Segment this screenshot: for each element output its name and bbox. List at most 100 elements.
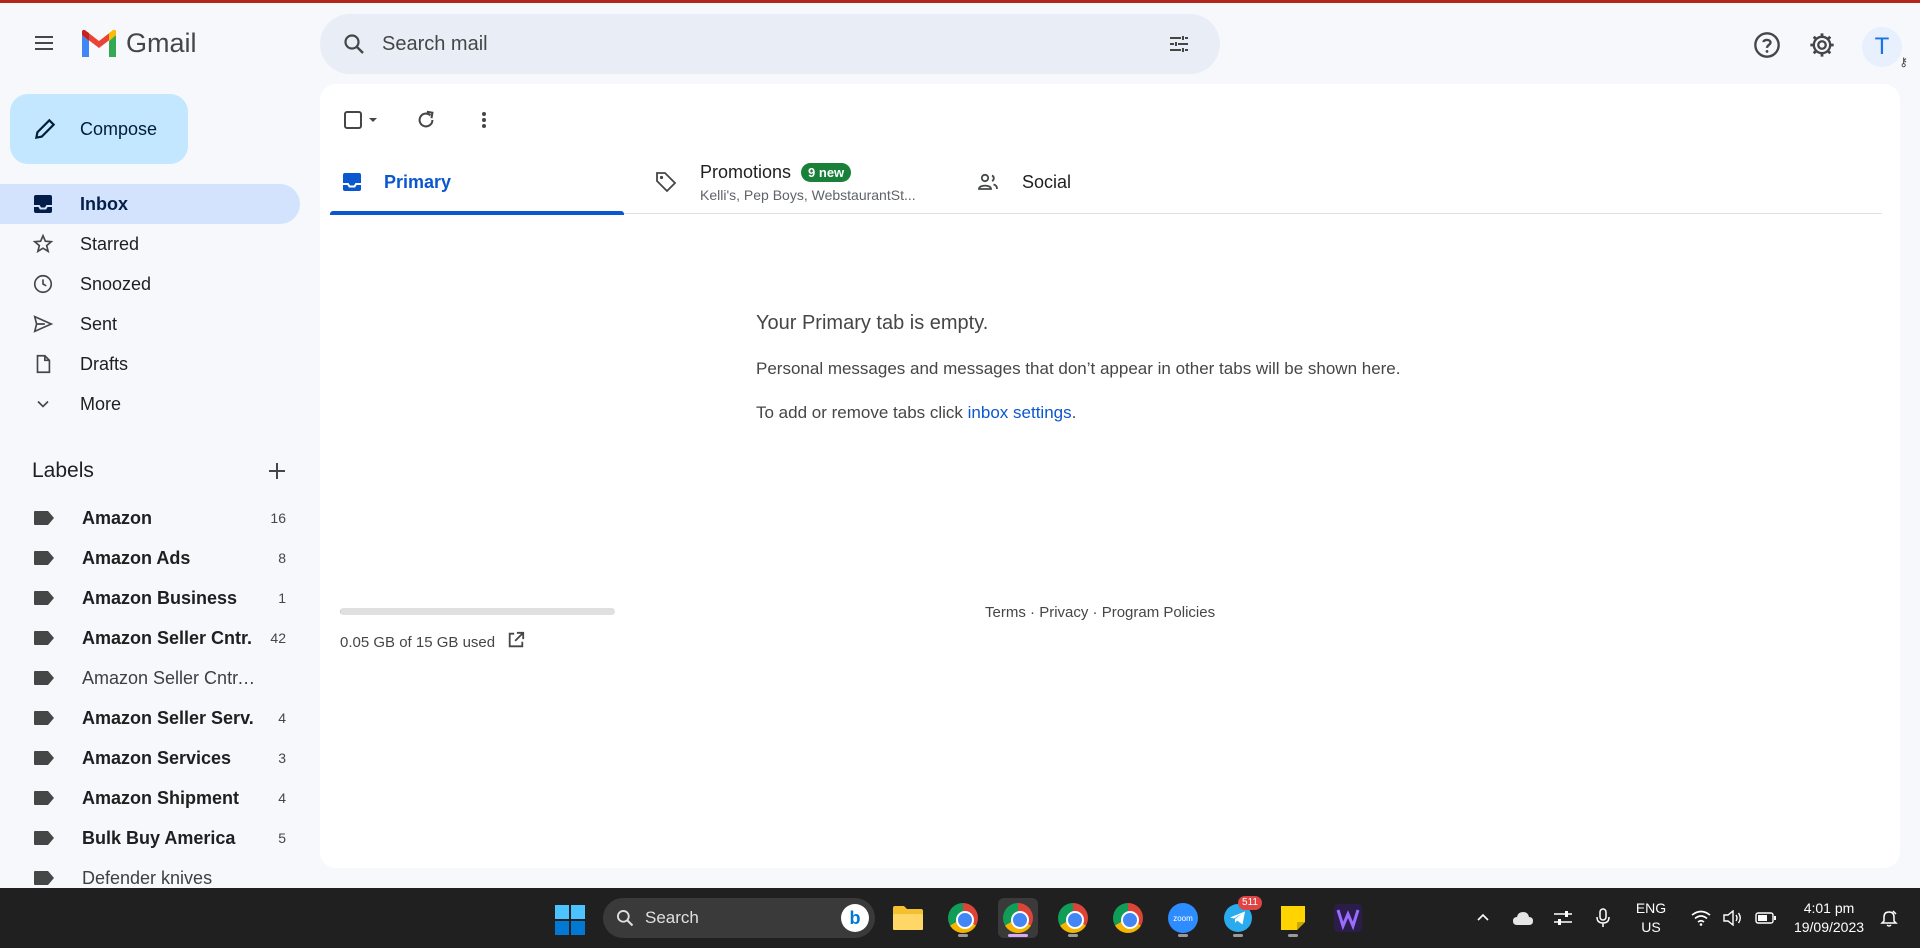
taskbar-chrome-4[interactable]	[1108, 898, 1148, 938]
label-item[interactable]: Amazon Business 1	[0, 578, 300, 618]
language-indicator[interactable]: ENG US	[1628, 888, 1674, 948]
sidebar-item-drafts[interactable]: Drafts	[0, 344, 300, 384]
terms-link[interactable]: Terms	[985, 604, 1026, 621]
sidebar-item-sent[interactable]: Sent	[0, 304, 300, 344]
more-options-button[interactable]	[464, 100, 504, 140]
label-item[interactable]: Bulk Buy America 5	[0, 818, 300, 858]
notifications-button[interactable]	[1874, 888, 1904, 948]
gmail-logo[interactable]: Gmail	[80, 28, 197, 59]
label-count: 1	[278, 590, 286, 606]
sidebar-item-snoozed[interactable]: Snoozed	[0, 264, 300, 304]
taskbar-sticky-notes[interactable]	[1273, 898, 1313, 938]
select-checkbox[interactable]	[338, 100, 388, 140]
manage-storage-link[interactable]	[507, 631, 525, 653]
mail-toolbar	[338, 100, 504, 140]
language-code: ENG	[1635, 900, 1667, 916]
app-name: Gmail	[126, 28, 197, 58]
label-item[interactable]: Amazon 16	[0, 498, 300, 538]
windows-icon	[555, 905, 585, 935]
clock[interactable]: 4:01 pm 19/09/2023	[1784, 888, 1874, 948]
tab-primary[interactable]: Primary	[330, 150, 624, 215]
microphone-icon	[1596, 908, 1610, 927]
program-policies-link[interactable]: Program Policies	[1102, 604, 1215, 621]
label-name: Amazon Seller Cntr.	[82, 627, 253, 648]
new-count-badge: 9 new	[801, 162, 852, 182]
compose-button[interactable]: Compose	[10, 94, 188, 164]
label-tag-icon	[34, 871, 54, 885]
main-menu-button[interactable]	[26, 25, 62, 61]
taskbar-telegram[interactable]: 511	[1218, 896, 1262, 938]
microphone-tray[interactable]	[1588, 888, 1618, 948]
label-item[interactable]: Amazon Seller Cntr. Ref...	[0, 658, 300, 698]
tab-social[interactable]: Social	[976, 150, 1176, 214]
settings-tray[interactable]	[1548, 888, 1578, 948]
taskbar-chrome-2[interactable]	[998, 898, 1038, 938]
taskbar-search[interactable]: Search b	[603, 898, 875, 938]
storage-text: 0.05 GB of 15 GB used	[340, 633, 496, 651]
account-avatar[interactable]: T ⚷	[1862, 27, 1908, 69]
support-button[interactable]	[1747, 25, 1787, 65]
search-options-button[interactable]	[1154, 19, 1204, 69]
chrome-icon	[1113, 903, 1143, 933]
taskbar-file-explorer[interactable]	[888, 898, 928, 938]
sidebar-item-inbox[interactable]: Inbox	[0, 184, 300, 224]
taskbar-chrome-3[interactable]	[1053, 898, 1093, 938]
tab-label: Social	[1022, 171, 1072, 192]
empty-add-prefix: To add or remove tabs click	[756, 403, 968, 422]
separator: ·	[1092, 604, 1098, 621]
folder-icon	[893, 906, 923, 930]
label-name: Amazon Shipment	[82, 787, 240, 808]
network-volume-battery[interactable]	[1684, 888, 1784, 948]
label-tag-icon	[34, 631, 54, 645]
empty-title: Your Primary tab is empty.	[756, 312, 989, 334]
create-label-button[interactable]	[262, 456, 292, 486]
taskbar-app-w[interactable]	[1328, 898, 1368, 938]
label-count: 42	[270, 630, 286, 646]
label-item[interactable]: Amazon Ads 8	[0, 538, 300, 578]
sidebar-item-label: Drafts	[80, 353, 129, 374]
inbox-icon	[343, 173, 361, 191]
sidebar-item-label: Inbox	[80, 193, 128, 214]
sidebar-item-starred[interactable]: Starred	[0, 224, 300, 264]
tab-promotions[interactable]: Promotions 9 new Kelli's, Pep Boys, Webs…	[654, 150, 954, 214]
sidebar-item-more[interactable]: More	[0, 384, 300, 424]
label-item[interactable]: Amazon Seller Serv. 4	[0, 698, 300, 738]
people-icon	[978, 173, 998, 190]
clock-icon	[33, 274, 53, 294]
star-icon	[32, 233, 54, 254]
settings-button[interactable]	[1802, 25, 1842, 65]
label-list: Amazon 16 Amazon Ads 8 Amazon Business 1…	[0, 498, 300, 898]
avatar-letter: T	[1874, 33, 1890, 60]
help-icon	[1754, 32, 1780, 58]
refresh-icon	[418, 110, 434, 128]
label-item[interactable]: Amazon Seller Cntr. 42	[0, 618, 300, 658]
w-app-icon	[1334, 904, 1362, 932]
onedrive-tray[interactable]	[1508, 888, 1538, 948]
checkbox-icon	[344, 111, 377, 129]
label-tag-icon	[34, 831, 54, 845]
plus-icon	[269, 463, 285, 479]
key-icon: ⚷	[1899, 55, 1908, 69]
label-count: 3	[278, 750, 286, 766]
taskbar-zoom[interactable]: zoom	[1163, 898, 1203, 938]
open-in-new-icon	[508, 631, 525, 648]
search-button[interactable]	[326, 14, 382, 74]
taskbar-chrome-1[interactable]	[943, 898, 983, 938]
inbox-settings-link[interactable]: inbox settings	[968, 403, 1072, 422]
active-indicator	[1008, 934, 1028, 937]
sidebar-item-label: More	[80, 393, 122, 414]
label-item[interactable]: Amazon Services 3	[0, 738, 300, 778]
label-name: Amazon Services	[82, 747, 232, 768]
label-tag-icon	[34, 671, 54, 685]
label-name: Amazon Seller Serv.	[82, 707, 254, 728]
label-item[interactable]: Amazon Shipment 4	[0, 778, 300, 818]
start-button[interactable]	[554, 904, 586, 936]
show-hidden-icons-button[interactable]	[1468, 888, 1498, 948]
privacy-link[interactable]: Privacy	[1039, 604, 1088, 621]
search-input[interactable]	[382, 32, 1154, 56]
footer-links: Terms · Privacy · Program Policies	[985, 604, 1215, 621]
promotions-senders: Kelli's, Pep Boys, WebstaurantSt...	[700, 186, 916, 203]
notification-bell-icon	[1880, 910, 1898, 927]
refresh-button[interactable]	[406, 100, 446, 140]
label-name: Amazon Business	[82, 587, 238, 608]
